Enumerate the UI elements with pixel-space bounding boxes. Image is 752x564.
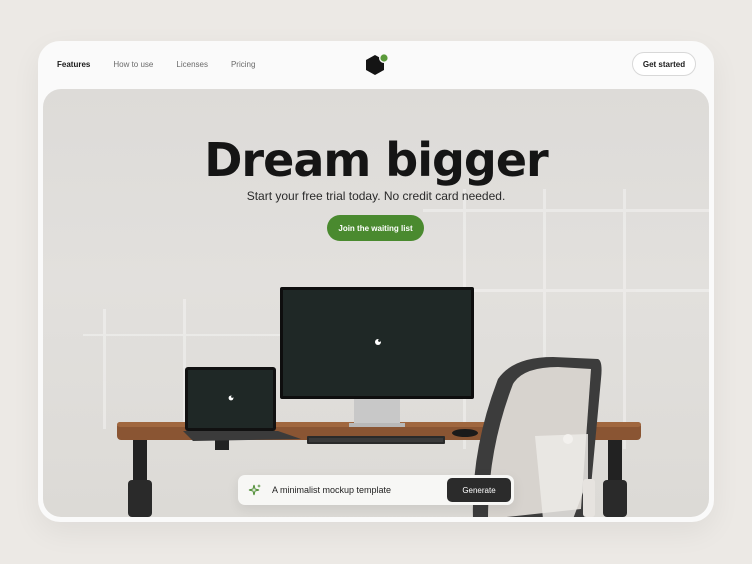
prompt-bar: Generate [238, 475, 514, 505]
hero-subtitle: Start your free trial today. No credit c… [246, 189, 506, 203]
hero-title: Dream bigger [204, 133, 549, 187]
nav-link-pricing[interactable]: Pricing [231, 60, 255, 69]
join-waiting-list-button[interactable]: Join the waiting list [327, 215, 424, 241]
hexagon-logo-icon[interactable] [364, 52, 390, 78]
sparkle-icon [248, 484, 261, 496]
nav-link-licenses[interactable]: Licenses [176, 60, 208, 69]
generate-button[interactable]: Generate [447, 478, 511, 502]
landing-card: Features How to use Licenses Pricing Get… [38, 41, 714, 522]
nav-link-features[interactable]: Features [57, 60, 90, 69]
prompt-input[interactable] [272, 483, 442, 497]
top-nav: Features How to use Licenses Pricing Get… [38, 41, 714, 89]
nav-links: Features How to use Licenses Pricing [57, 60, 255, 69]
hero-section: Dream bigger Start your free trial today… [43, 89, 709, 517]
nav-link-how-to-use[interactable]: How to use [113, 60, 153, 69]
get-started-button[interactable]: Get started [632, 52, 696, 76]
